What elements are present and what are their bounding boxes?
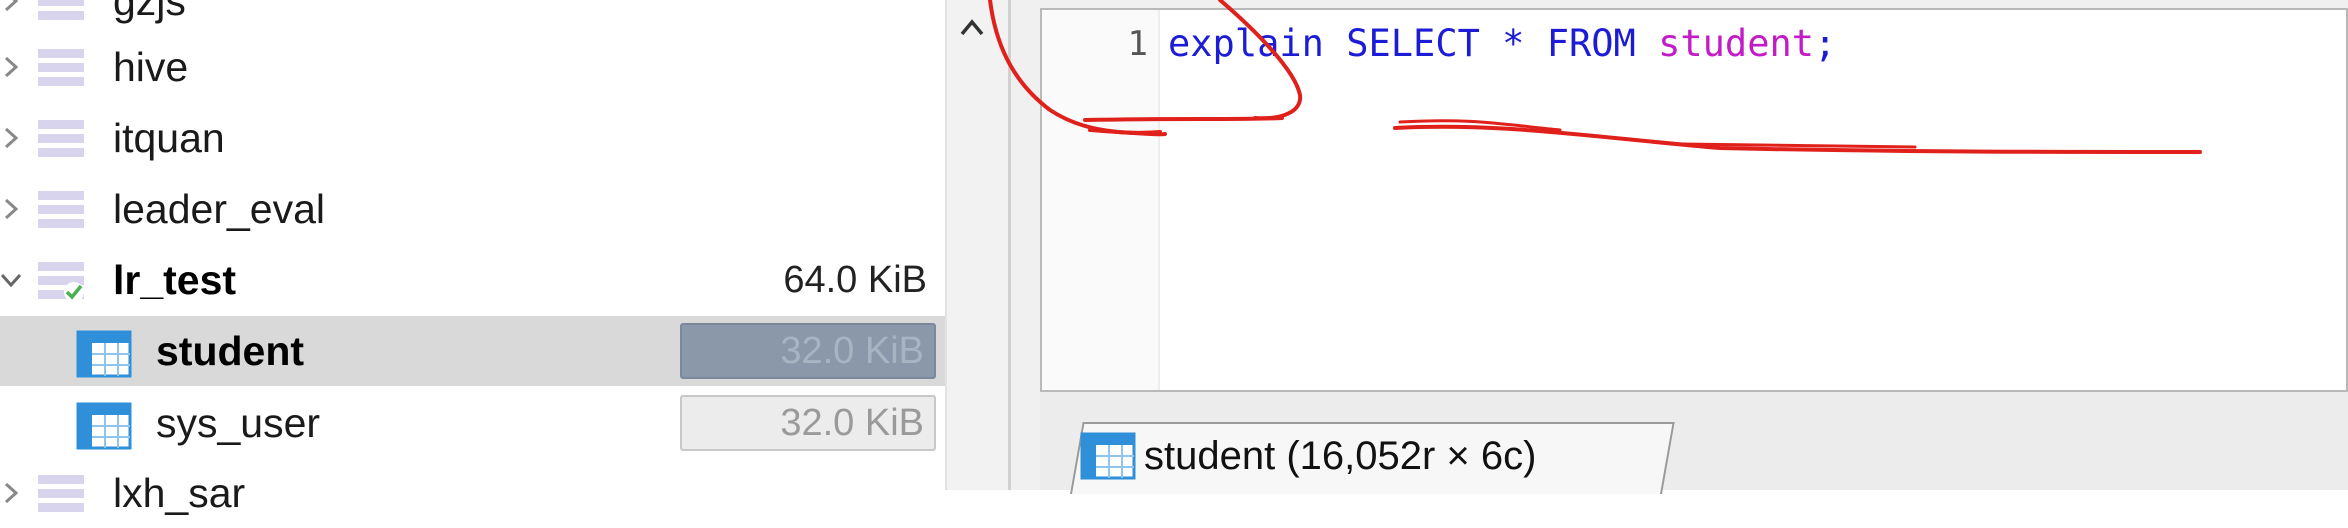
database-icon (36, 188, 88, 232)
database-size: 64.0 KiB (783, 259, 927, 301)
sql-identifier: student (1658, 22, 1815, 65)
sql-editor[interactable]: 1 explain SELECT * FROM student; (1040, 8, 2348, 392)
tree-item-label: student (156, 328, 305, 374)
tree-item-label: lr_test (113, 257, 237, 303)
sql-keyword: FROM (1546, 22, 1636, 65)
result-tab-label: student (16,052r × 6c) (1144, 433, 1537, 478)
panel-splitter[interactable] (945, 0, 1012, 490)
sql-keyword: SELECT (1346, 22, 1480, 65)
chevron-right-icon[interactable] (0, 194, 26, 224)
chevron-up-icon[interactable] (954, 10, 990, 46)
database-icon (36, 46, 88, 90)
tree-item-lr-test[interactable]: lr_test 64.0 KiB (0, 245, 945, 315)
database-icon (36, 117, 88, 161)
result-tab-student[interactable]: student (16,052r × 6c) (1080, 424, 1536, 488)
tree-item-gzjs[interactable]: gzjs (0, 0, 945, 36)
tree-item-sys-user[interactable]: sys_user 32.0 KiB (0, 388, 945, 458)
tree-item-lxh-sar[interactable]: lxh_sar (0, 458, 945, 528)
line-gutter: 1 (1042, 10, 1160, 390)
tree-item-label: itquan (113, 115, 225, 161)
tree-item-label: sys_user (156, 400, 321, 446)
tree-item-itquan[interactable]: itquan (0, 103, 945, 173)
database-tree: gzjs hive itquan leader_eval lr_test 64.… (0, 0, 945, 516)
database-icon (36, 472, 88, 516)
sql-keyword: explain (1168, 22, 1324, 65)
chevron-right-icon[interactable] (0, 0, 26, 16)
tree-item-label: leader_eval (113, 186, 325, 232)
table-icon (76, 402, 132, 450)
tree-item-label: hive (113, 44, 189, 90)
table-size-badge: 32.0 KiB (680, 395, 936, 451)
chevron-right-icon[interactable] (0, 478, 26, 508)
line-number: 1 (1127, 24, 1148, 64)
table-icon (76, 330, 132, 378)
tree-item-label: lxh_sar (113, 470, 246, 516)
database-icon (36, 0, 88, 24)
tree-item-leader-eval[interactable]: leader_eval (0, 174, 945, 244)
sql-code-line[interactable]: explain SELECT * FROM student; (1168, 22, 1836, 65)
tree-item-label: gzjs (113, 0, 186, 24)
chevron-right-icon[interactable] (0, 52, 26, 82)
database-active-icon (36, 259, 88, 303)
tree-item-hive[interactable]: hive (0, 32, 945, 102)
chevron-down-icon[interactable] (0, 265, 26, 295)
sql-terminator: ; (1814, 22, 1837, 65)
table-size-badge: 32.0 KiB (680, 323, 936, 379)
table-icon (1080, 430, 1136, 482)
sql-operator: * (1502, 22, 1525, 65)
tree-item-student[interactable]: student 32.0 KiB (0, 316, 945, 386)
chevron-right-icon[interactable] (0, 123, 26, 153)
